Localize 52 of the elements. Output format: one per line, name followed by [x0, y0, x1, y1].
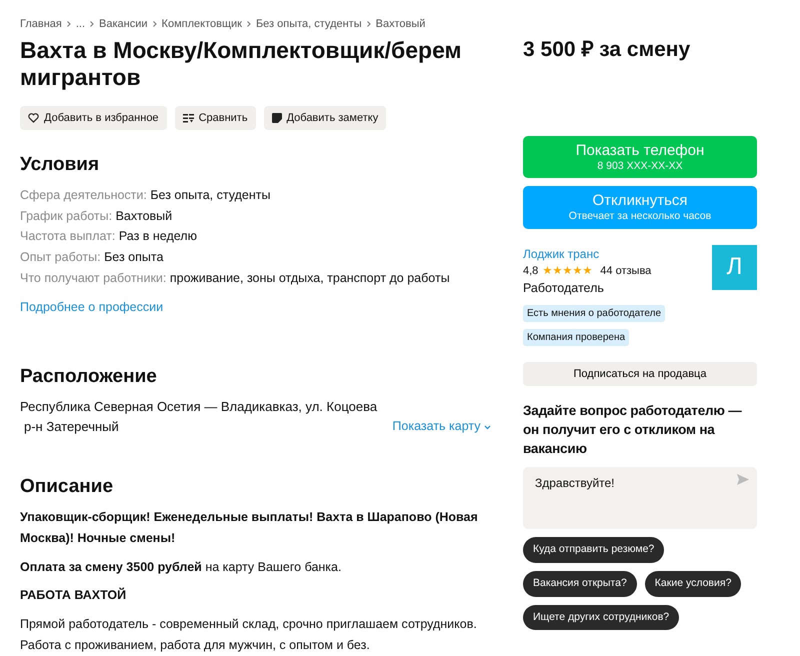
- district-text: р-н Затеречный: [23, 418, 119, 436]
- message-field[interactable]: Здравствуйте!: [523, 467, 757, 530]
- question-chip[interactable]: Ищете других сотрудников?: [523, 604, 680, 630]
- show-map-link[interactable]: Показать карту: [392, 417, 491, 436]
- description-paragraph: РАБОТА ВАХТОЙ: [20, 586, 128, 604]
- page-title: Вахта в Москву/Комплектовщик/берем мигрантов: [20, 36, 463, 92]
- description-paragraph: Прямой работодатель - современный склад, срочно приглашаем сотрудников. Работа с проживанием, работа для мужчин, с опытом и без.: [20, 616, 478, 654]
- description-paragraph: Оплата за смену 3500 рублей на карту Вашего банка.: [20, 558, 342, 576]
- chevron-icon: [246, 21, 251, 28]
- employer-tag: Компания проверена: [523, 328, 630, 346]
- reviews-text: 44 отзыва: [600, 264, 652, 279]
- send-icon[interactable]: [737, 474, 749, 486]
- note-button[interactable]: Добавить заметку: [264, 106, 386, 130]
- section-heading: Условия: [20, 154, 100, 177]
- price-text: 3 500 ₽ за смену: [523, 37, 692, 63]
- question-chip[interactable]: Куда отправить резюме?: [523, 537, 664, 563]
- note-icon: [272, 112, 282, 123]
- compare-button[interactable]: Сравнить: [174, 106, 256, 130]
- heart-icon: [28, 112, 39, 123]
- section-heading: Расположение: [20, 366, 158, 390]
- address-text: Республика Северная Осетия — Владикавказ, ул. Коцоева: [20, 398, 378, 416]
- rating-text: 4,8: [523, 264, 538, 279]
- star-rating: ★★★★★: [542, 264, 592, 279]
- breadcrumb-link[interactable]: Вакансии: [99, 16, 148, 32]
- chevron-icon: [90, 21, 94, 28]
- chevron-icon: [366, 21, 371, 28]
- question-chip[interactable]: Вакансия открыта?: [523, 570, 637, 597]
- breadcrumb-link[interactable]: Главная: [20, 16, 62, 32]
- employer-link[interactable]: Лоджик транс: [523, 244, 665, 263]
- favorite-button[interactable]: Добавить в избранное: [20, 106, 167, 130]
- question-heading: Задайте вопрос работодателю — он получит его с откликом на вакансию: [523, 402, 743, 458]
- description-paragraph: Упаковщик-сборщик! Еженедельные выплаты! Вахта в Шарапово (Новая Москва)! Ночные смены!: [20, 508, 479, 548]
- employer-tag: Есть мнения о работодателе: [523, 304, 665, 322]
- condition-line: График работы: Вахтовый: [20, 208, 174, 225]
- employer-avatar: Л: [712, 244, 757, 290]
- breadcrumb-link[interactable]: Без опыта, студенты: [256, 16, 362, 32]
- breadcrumb-link[interactable]: Вахтовый: [376, 16, 426, 32]
- condition-line: Сфера деятельности: Без опыта, студенты: [20, 186, 272, 204]
- subscribe-button[interactable]: Подписаться на продавца: [523, 362, 757, 386]
- chevron-icon: [66, 21, 71, 28]
- condition-line: Что получают работники: проживание, зоны отдыха, транспорт до работы: [20, 270, 451, 287]
- chevron-icon: [152, 21, 157, 28]
- condition-line: Частота выплат: Раз в неделю: [20, 228, 198, 246]
- condition-line: Опыт работы: Без опыта: [20, 249, 164, 266]
- compare-icon: [182, 112, 194, 123]
- employer-role: Работодатель: [523, 280, 605, 298]
- section-heading: Описание: [20, 476, 114, 499]
- profession-link[interactable]: Подробнее о профессии: [20, 300, 164, 314]
- chevron-icon: [484, 424, 491, 430]
- breadcrumb-link[interactable]: Комплектовщик: [162, 16, 242, 32]
- question-chip[interactable]: Какие условия?: [644, 570, 742, 597]
- breadcrumb-link[interactable]: ...: [76, 16, 86, 32]
